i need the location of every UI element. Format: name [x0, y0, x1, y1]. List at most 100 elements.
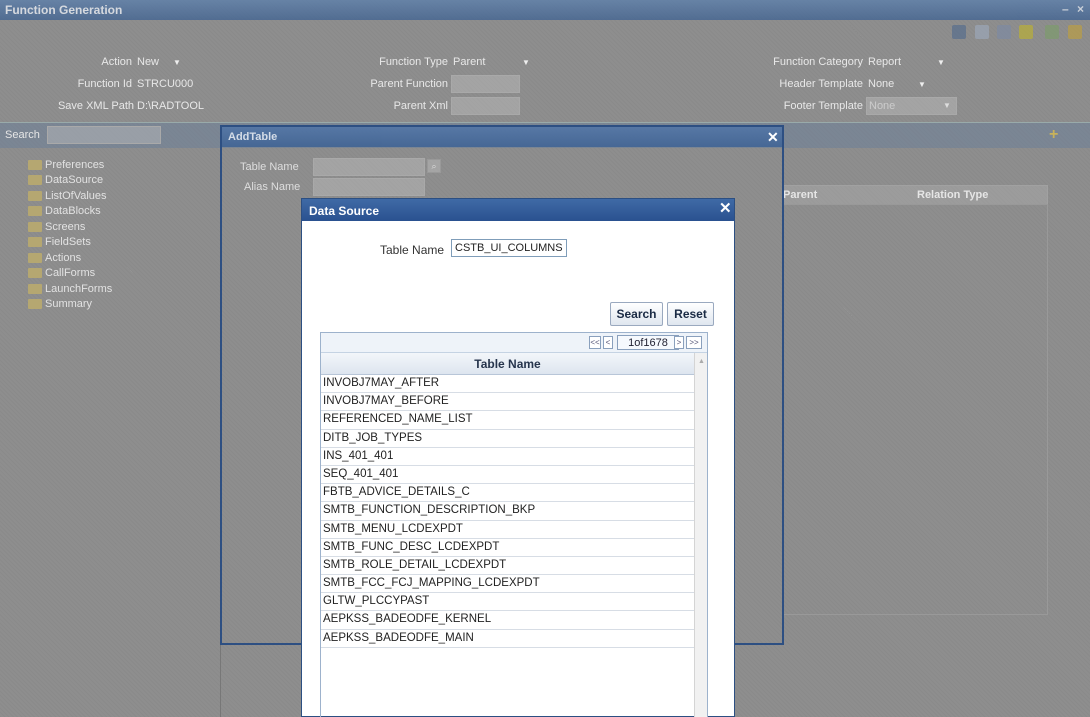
table-row[interactable]: SEQ_401_401 — [321, 466, 694, 485]
next-page-button[interactable]: > — [674, 336, 684, 349]
folder-icon — [28, 283, 42, 294]
sidebar-item-label: Actions — [45, 251, 82, 264]
folder-icon — [28, 175, 42, 186]
window-title: Function Generation — [5, 3, 123, 17]
addtable-alias-name-input[interactable] — [313, 178, 425, 196]
close-icon[interactable]: ✕ — [767, 130, 779, 144]
generate-icon[interactable] — [1019, 25, 1033, 39]
table-rows: INVOBJ7MAY_AFTER INVOBJ7MAY_BEFORE REFER… — [321, 375, 694, 648]
function-type-select[interactable]: Parent — [453, 56, 485, 68]
chevron-down-icon[interactable]: ▼ — [522, 58, 530, 67]
header-template-label: Header Template — [779, 78, 863, 90]
function-category-select[interactable]: Report — [868, 56, 901, 68]
chevron-down-icon: ▼ — [943, 101, 951, 110]
reset-button[interactable]: Reset — [667, 302, 714, 326]
table-row[interactable]: INVOBJ7MAY_AFTER — [321, 375, 694, 394]
minimize-icon[interactable]: – — [1062, 2, 1069, 16]
parent-xml-input[interactable] — [451, 97, 520, 115]
table-row[interactable]: SMTB_FUNCTION_DESCRIPTION_BKP — [321, 502, 694, 521]
first-page-button[interactable]: << — [589, 336, 601, 349]
action-select[interactable]: New — [137, 56, 159, 68]
function-id-label: Function Id — [77, 78, 132, 90]
page-indicator[interactable]: 1of1678 — [617, 335, 679, 350]
function-id-field[interactable]: STRCU000 — [137, 78, 193, 90]
table-name-input[interactable]: CSTB_UI_COLUMNS — [451, 239, 567, 257]
close-icon[interactable]: ✕ — [719, 201, 732, 216]
save-icon[interactable] — [952, 25, 966, 39]
data-source-dialog: Data Source ✕ Table Name CSTB_UI_COLUMNS… — [301, 198, 735, 717]
addtable-table-name-label: Table Name — [240, 161, 299, 173]
sidebar-item-label: ListOfValues — [45, 189, 107, 202]
folder-icon — [28, 252, 42, 263]
exit-icon[interactable] — [1068, 25, 1082, 39]
sidebar-item-screens[interactable]: Screens — [28, 219, 112, 235]
table-row[interactable]: INVOBJ7MAY_BEFORE — [321, 393, 694, 412]
table-row[interactable]: AEPKSS_BADEODFE_MAIN — [321, 630, 694, 648]
sidebar-item-listofvalues[interactable]: ListOfValues — [28, 188, 112, 204]
addtable-table-name-input[interactable] — [313, 158, 425, 176]
sidebar-item-label: CallForms — [45, 267, 96, 280]
column-header-table-name[interactable]: Table Name — [321, 353, 694, 375]
table-row[interactable]: SMTB_FCC_FCJ_MAPPING_LCDEXPDT — [321, 575, 694, 594]
table-list: << < 1of1678 > >> Table Name INVOBJ7MAY_… — [320, 332, 708, 717]
chevron-down-icon[interactable]: ▼ — [937, 58, 945, 67]
parent-function-input[interactable] — [451, 75, 520, 93]
sidebar-tree: Preferences DataSource ListOfValues Data… — [28, 157, 112, 312]
header-fields: Action New ▼ Function Id STRCU000 Save X… — [0, 42, 1090, 122]
sidebar-item-label: LaunchForms — [45, 282, 113, 295]
table-row[interactable]: SMTB_ROLE_DETAIL_LCDEXPDT — [321, 557, 694, 576]
sidebar-item-callforms[interactable]: CallForms — [28, 266, 112, 282]
table-row[interactable]: SMTB_MENU_LCDEXPDT — [321, 521, 694, 539]
table-row[interactable]: INS_401_401 — [321, 448, 694, 466]
last-page-button[interactable]: >> — [686, 336, 702, 349]
search-button[interactable]: Search — [610, 302, 663, 326]
function-category-label: Function Category — [773, 56, 863, 68]
sidebar-item-label: Preferences — [45, 158, 105, 171]
sidebar-item-datasource[interactable]: DataSource — [28, 173, 112, 189]
folder-icon — [28, 159, 42, 170]
table-row[interactable]: SMTB_FUNC_DESC_LCDEXPDT — [321, 539, 694, 557]
sidebar-item-actions[interactable]: Actions — [28, 250, 112, 266]
save-xml-path-field[interactable]: D:\RADTOOL — [137, 100, 204, 112]
parent-function-label: Parent Function — [370, 78, 448, 90]
search-input[interactable] — [47, 126, 161, 144]
add-icon[interactable]: + — [1049, 126, 1058, 144]
folder-icon — [28, 268, 42, 279]
delete-icon[interactable] — [975, 25, 989, 39]
vertical-scrollbar[interactable]: ▲ — [694, 353, 707, 717]
toolbar — [0, 20, 1090, 42]
sidebar-item-launchforms[interactable]: LaunchForms — [28, 281, 112, 297]
scroll-up-icon[interactable]: ▲ — [698, 358, 705, 365]
chevron-down-icon[interactable]: ▼ — [918, 80, 926, 89]
folder-icon — [28, 190, 42, 201]
prev-page-button[interactable]: < — [603, 336, 613, 349]
lov-search-icon[interactable]: ⌕ — [427, 159, 441, 173]
function-type-label: Function Type — [379, 56, 448, 68]
table-row[interactable]: FBTB_ADVICE_DETAILS_C — [321, 484, 694, 503]
table-row[interactable]: DITB_JOB_TYPES — [321, 430, 694, 448]
sidebar-item-preferences[interactable]: Preferences — [28, 157, 112, 173]
folder-icon — [28, 299, 42, 310]
list-icon[interactable] — [997, 25, 1011, 39]
relation-grid-header: Parent Relation Type — [783, 185, 1048, 205]
table-row[interactable]: REFERENCED_NAME_LIST — [321, 411, 694, 430]
folder-icon — [28, 221, 42, 232]
sidebar-item-datablocks[interactable]: DataBlocks — [28, 204, 112, 220]
sidebar-item-label: DataSource — [45, 174, 104, 187]
footer-template-select[interactable]: None ▼ — [866, 97, 957, 115]
sidebar-item-summary[interactable]: Summary — [28, 297, 112, 313]
folder-icon — [28, 206, 42, 217]
table-row[interactable]: AEPKSS_BADEODFE_KERNEL — [321, 611, 694, 630]
sidebar-item-label: Summary — [45, 298, 93, 311]
close-icon[interactable]: × — [1077, 2, 1084, 16]
chevron-down-icon[interactable]: ▼ — [173, 58, 181, 67]
header-template-select[interactable]: None — [868, 78, 894, 90]
table-row[interactable]: GLTW_PLCCYPAST — [321, 593, 694, 612]
sidebar-item-label: FieldSets — [45, 236, 91, 249]
addtable-alias-name-label: Alias Name — [244, 181, 301, 193]
addtable-title: AddTable — [228, 131, 278, 143]
settings-icon[interactable] — [1045, 25, 1059, 39]
sidebar-item-fieldsets[interactable]: FieldSets — [28, 235, 112, 251]
pager: << < 1of1678 > >> — [321, 333, 707, 353]
footer-template-label: Footer Template — [783, 100, 863, 112]
